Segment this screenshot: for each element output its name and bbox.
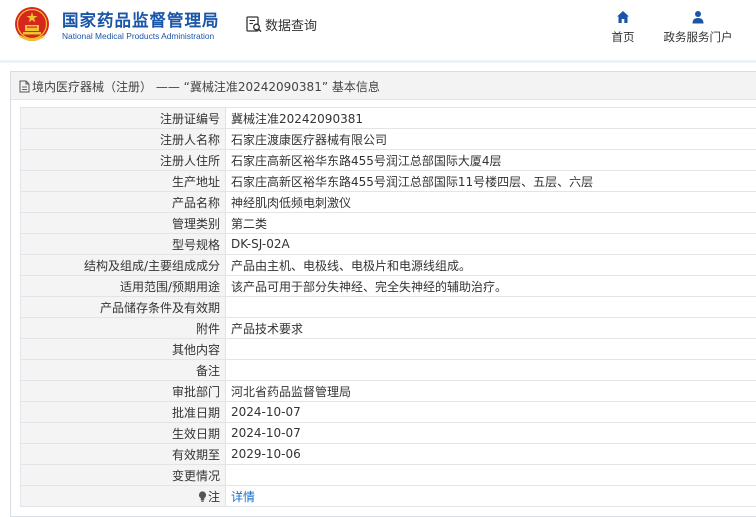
field-value	[225, 338, 756, 360]
table-row: 审批部门 河北省药品监督管理局	[20, 380, 756, 402]
table-row: 生产地址 石家庄高新区裕华东路455号润江总部国际11号楼四层、五层、六层	[20, 170, 756, 192]
field-value: 2029-10-06	[225, 443, 756, 465]
table-row-note: 注详情	[20, 485, 756, 507]
field-value: 该产品可用于部分失神经、完全失神经的辅助治疗。	[225, 275, 756, 297]
field-label: 产品名称	[20, 191, 226, 213]
table-row: 注册人住所 石家庄高新区裕华东路455号润江总部国际大厦4层	[20, 149, 756, 171]
field-label: 注	[20, 485, 226, 507]
field-value: 石家庄高新区裕华东路455号润江总部国际11号楼四层、五层、六层	[225, 170, 756, 192]
home-icon	[617, 11, 629, 23]
field-label: 适用范围/预期用途	[20, 275, 226, 297]
field-label: 审批部门	[20, 380, 226, 402]
table-row: 备注	[20, 359, 756, 381]
data-query-link[interactable]: 数据查询	[265, 15, 317, 34]
field-label: 结构及组成/主要组成成分	[20, 254, 226, 276]
field-value	[225, 359, 756, 381]
field-label: 其他内容	[20, 338, 226, 360]
field-value: 石家庄渡康医疗器械有限公司	[225, 128, 756, 150]
field-value: 产品技术要求	[225, 317, 756, 339]
field-label: 产品储存条件及有效期	[20, 296, 226, 318]
table-row: 产品名称 神经肌肉低频电刺激仪	[20, 191, 756, 213]
field-label: 管理类别	[20, 212, 226, 234]
note-label: 注	[207, 489, 220, 504]
nav-government-portal-label: 政务服务门户	[663, 30, 733, 44]
logo-title-cn[interactable]: 国家药品监督管理局	[62, 7, 220, 31]
field-label: 注册证编号	[20, 107, 226, 129]
field-label: 有效期至	[20, 443, 226, 465]
field-label: 备注	[20, 359, 226, 381]
table-row: 管理类别 第二类	[20, 212, 756, 234]
field-label: 生产地址	[20, 170, 226, 192]
table-row: 有效期至 2029-10-06	[20, 443, 756, 465]
table-row: 批准日期 2024-10-07	[20, 401, 756, 423]
field-label: 注册人名称	[20, 128, 226, 150]
table-row: 适用范围/预期用途 该产品可用于部分失神经、完全失神经的辅助治疗。	[20, 275, 756, 297]
table-row: 结构及组成/主要组成成分 产品由主机、电极线、电极片和电源线组成。	[20, 254, 756, 276]
device-info-table: 注册证编号 冀械注准20242090381 注册人名称 石家庄渡康医疗器械有限公司 注册…	[20, 107, 756, 507]
details-link[interactable]: 详情	[231, 490, 255, 504]
table-row: 其他内容	[20, 338, 756, 360]
logo-title-en[interactable]: National Medical Products Administration	[62, 31, 214, 41]
table-row: 注册证编号 冀械注准20242090381	[20, 107, 756, 129]
field-value: 2024-10-07	[225, 422, 756, 444]
nav-home-label: 首页	[611, 30, 635, 44]
field-label: 注册人住所	[20, 149, 226, 171]
field-label: 变更情况	[20, 464, 226, 486]
data-query-icon[interactable]	[246, 16, 262, 33]
field-value: 第二类	[225, 212, 756, 234]
field-value: 冀械注准20242090381	[225, 107, 756, 129]
field-label: 附件	[20, 317, 226, 339]
user-icon	[692, 11, 704, 24]
field-value: 神经肌肉低频电刺激仪	[225, 191, 756, 213]
field-label: 型号规格	[20, 233, 226, 255]
field-value	[225, 296, 756, 318]
field-label: 批准日期	[20, 401, 226, 423]
field-value	[225, 464, 756, 486]
table-row: 生效日期 2024-10-07	[20, 422, 756, 444]
table-row: 型号规格 DK-SJ-02A	[20, 233, 756, 255]
site-header: 国家药品监督管理局 National Medical Products Admi…	[0, 0, 756, 60]
field-value: 石家庄高新区裕华东路455号润江总部国际大厦4层	[225, 149, 756, 171]
panel-title: 境内医疗器械（注册） —— “冀械注准20242090381” 基本信息	[32, 80, 380, 94]
field-label: 生效日期	[20, 422, 226, 444]
table-row: 变更情况	[20, 464, 756, 486]
table-row: 附件 产品技术要求	[20, 317, 756, 339]
table-row: 产品储存条件及有效期	[20, 296, 756, 318]
field-value: 产品由主机、电极线、电极片和电源线组成。	[225, 254, 756, 276]
detail-panel: 境内医疗器械（注册） —— “冀械注准20242090381” 基本信息 注册证…	[10, 71, 756, 517]
nav-government-portal[interactable]: 政务服务门户	[656, 10, 740, 45]
field-value: 2024-10-07	[225, 401, 756, 423]
nav-home[interactable]: 首页	[600, 10, 646, 45]
lightbulb-icon	[198, 490, 207, 502]
field-value: DK-SJ-02A	[225, 233, 756, 255]
national-emblem-icon	[15, 7, 49, 41]
document-icon	[19, 80, 30, 93]
panel-title-bar: 境内医疗器械（注册） —— “冀械注准20242090381” 基本信息	[11, 72, 756, 100]
header-divider	[0, 60, 756, 63]
field-value: 河北省药品监督管理局	[225, 380, 756, 402]
table-row: 注册人名称 石家庄渡康医疗器械有限公司	[20, 128, 756, 150]
field-value: 详情	[225, 485, 756, 507]
